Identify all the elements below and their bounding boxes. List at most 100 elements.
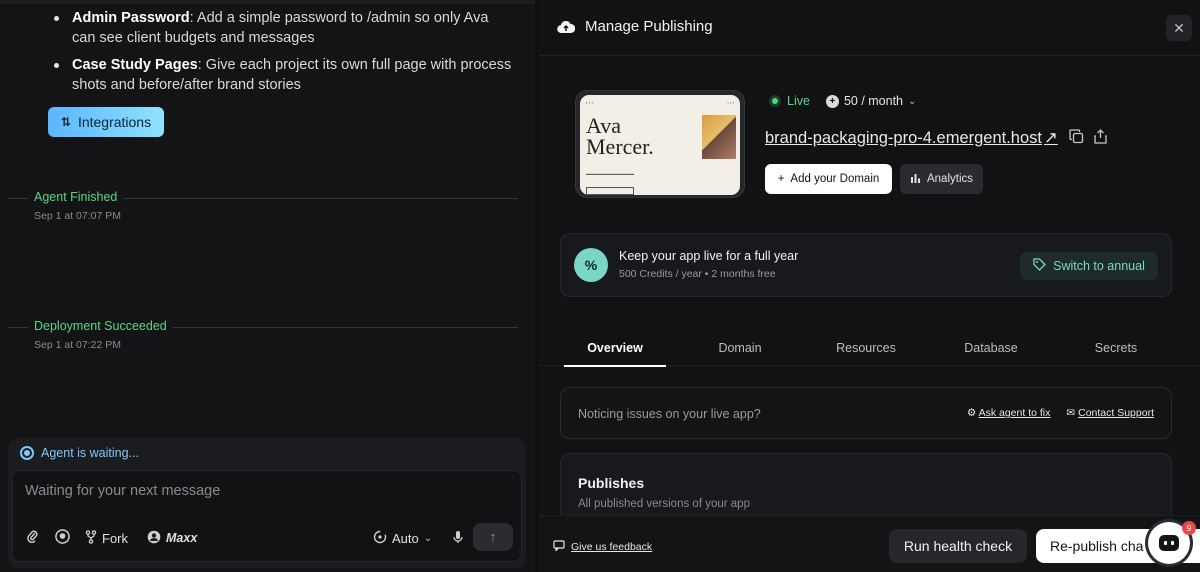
microphone-icon <box>453 530 463 547</box>
chevron-down-icon: ⌄ <box>423 532 433 544</box>
credits-select[interactable]: + 50 / month ⌄ <box>825 94 917 108</box>
tab-secrets[interactable]: Secrets <box>1065 330 1167 366</box>
mail-icon: ✉ <box>1066 407 1076 419</box>
event-time: Sep 1 at 07:07 PM <box>34 210 121 222</box>
tab-resources[interactable]: Resources <box>815 330 917 366</box>
feature-list: Admin Password: Add a simple password to… <box>52 8 512 102</box>
bug-icon: ⚙ <box>966 407 977 419</box>
tag-icon <box>1033 258 1047 274</box>
attach-button[interactable] <box>27 523 39 553</box>
site-preview: ▪ ▪ ▪ ▪ ▪ ▪ Ava Mercer. ▬▬▬▬▬▬▬▬▬▬▬▬ <box>580 95 740 195</box>
live-dot-icon <box>769 95 781 107</box>
tab-overview[interactable]: Overview <box>564 330 666 367</box>
site-preview-thumbnail[interactable]: ▪ ▪ ▪ ▪ ▪ ▪ Ava Mercer. ▬▬▬▬▬▬▬▬▬▬▬▬ <box>575 90 745 198</box>
mode-select[interactable]: Auto ⌄ <box>373 523 432 553</box>
integrations-icon: ⇅ <box>60 115 71 129</box>
agent-panel: Admin Password: Add a simple password to… <box>0 0 535 572</box>
list-item: Admin Password: Add a simple password to… <box>52 8 512 48</box>
agent-status: Agent is waiting... <box>20 446 139 460</box>
preview-button <box>586 187 634 195</box>
fork-button[interactable]: Fork <box>85 523 128 553</box>
status-dot-icon <box>20 446 34 460</box>
publishes-subtitle: All published versions of your app <box>578 498 750 510</box>
close-icon: ✕ <box>1173 19 1185 36</box>
preview-photo <box>702 115 736 159</box>
switch-to-annual-button[interactable]: Switch to annual <box>1020 252 1158 280</box>
fork-icon <box>85 529 97 547</box>
preview-nav-links: ▪ ▪ ▪ <box>727 100 734 105</box>
domain-actions <box>1069 129 1107 147</box>
preview-description: ▬▬▬▬▬▬▬▬▬▬▬▬ <box>586 171 634 176</box>
panel-title: Manage Publishing <box>557 18 713 35</box>
preview-headline: Ava Mercer. <box>586 113 654 158</box>
analytics-label: Analytics <box>926 173 974 185</box>
ask-agent-link[interactable]: ⚙ Ask agent to fix <box>967 407 1051 419</box>
discount-badge-icon: % <box>574 248 608 282</box>
annual-plan-card: % Keep your app live for a full year 500… <box>560 233 1172 297</box>
cloud-upload-icon <box>557 20 576 34</box>
notification-badge: 9 <box>1182 521 1196 535</box>
composer-toolbar: Fork Maxx Auto ⌄ ↑ <box>13 523 521 553</box>
tab-database[interactable]: Database <box>940 330 1042 366</box>
user-circle-icon <box>147 530 161 547</box>
github-icon <box>55 529 70 547</box>
run-health-check-button[interactable]: Run health check <box>889 529 1027 563</box>
panel-title-text: Manage Publishing <box>585 18 713 35</box>
panel-header: Manage Publishing ✕ <box>539 0 1200 56</box>
publishing-panel: Manage Publishing ✕ ▪ ▪ ▪ ▪ ▪ ▪ Ava Merc… <box>539 0 1200 572</box>
add-domain-button[interactable]: + Add your Domain <box>765 164 892 194</box>
feedback-link[interactable]: Give us feedback <box>553 540 652 554</box>
contact-support-link[interactable]: ✉ Contact Support <box>1066 407 1154 419</box>
event-label: Agent Finished <box>28 190 124 204</box>
contact-support-label: Contact Support <box>1078 407 1154 419</box>
close-button[interactable]: ✕ <box>1166 15 1192 41</box>
ask-agent-label: Ask agent to fix <box>978 407 1051 419</box>
integrations-label: Integrations <box>77 114 152 130</box>
feedback-icon <box>553 540 565 554</box>
message-input[interactable] <box>25 483 505 499</box>
auto-mode-icon <box>373 530 387 547</box>
plus-icon: + <box>777 173 785 185</box>
live-status: Live <box>769 94 810 108</box>
message-input-box: Fork Maxx Auto ⌄ <box>12 470 522 562</box>
feedback-label: Give us feedback <box>571 541 653 553</box>
fork-label: Fork <box>102 530 128 546</box>
integrations-button[interactable]: ⇅ Integrations <box>48 107 164 137</box>
arrow-up-icon: ↑ <box>489 528 497 546</box>
issues-card: Noticing issues on your live app? ⚙ Ask … <box>560 387 1172 439</box>
list-item-title: Case Study Pages <box>72 57 198 73</box>
event-label: Deployment Succeeded <box>28 319 173 333</box>
chevron-down-icon: ⌄ <box>908 95 917 107</box>
app-root: Admin Password: Add a simple password to… <box>0 0 1200 572</box>
send-button[interactable]: ↑ <box>473 523 513 551</box>
paperclip-icon <box>27 530 39 547</box>
copy-button[interactable] <box>1069 129 1084 147</box>
top-divider <box>0 0 535 4</box>
voice-button[interactable] <box>453 523 463 553</box>
credits-text: 50 / month <box>843 94 904 108</box>
switch-to-annual-label: Switch to annual <box>1053 259 1145 273</box>
message-composer: Agent is waiting... Waiting for your nex… <box>8 438 526 568</box>
issues-links: ⚙ Ask agent to fix ✉ Contact Support <box>967 407 1154 419</box>
issues-text: Noticing issues on your live app? <box>578 407 761 421</box>
list-item: Case Study Pages: Give each project its … <box>52 55 512 95</box>
event-time: Sep 1 at 07:22 PM <box>34 339 121 351</box>
maxx-button[interactable]: Maxx <box>147 523 197 553</box>
publishes-title: Publishes <box>578 475 645 491</box>
share-button[interactable] <box>1094 129 1107 147</box>
analytics-button[interactable]: Analytics <box>900 164 983 194</box>
tab-domain[interactable]: Domain <box>689 330 791 366</box>
annual-title: Keep your app live for a full year <box>619 249 799 263</box>
publishing-tabs: Overview Domain Resources Database Secre… <box>539 330 1200 367</box>
bot-icon <box>1159 535 1179 551</box>
panel-footer: Give us feedback Run health check Re-pub… <box>539 515 1200 572</box>
mode-label: Auto <box>392 530 419 546</box>
list-item-title: Admin Password <box>72 10 190 26</box>
github-button[interactable] <box>55 523 70 553</box>
preview-headline-line1: Ava <box>586 113 622 138</box>
credit-coin-icon: + <box>825 94 839 108</box>
share-icon <box>1094 129 1107 144</box>
domain-link[interactable]: brand-packaging-pro-4.emergent.host ↗ <box>765 128 1058 148</box>
preview-nav: ▪ ▪ ▪ <box>586 100 594 105</box>
external-link-icon: ↗ <box>1044 129 1058 147</box>
